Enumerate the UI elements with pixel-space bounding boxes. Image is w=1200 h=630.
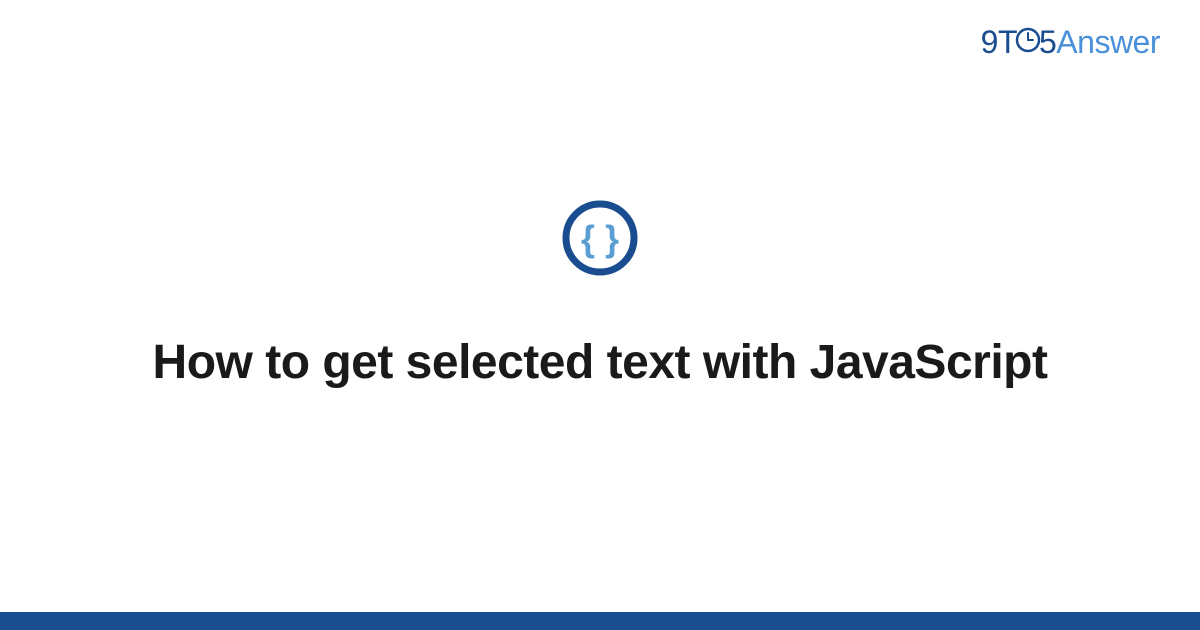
main-content: { } How to get selected text with JavaSc…	[0, 0, 1200, 630]
footer-accent-bar	[0, 612, 1200, 630]
svg-text:{ }: { }	[581, 218, 619, 259]
code-braces-icon: { }	[560, 198, 640, 283]
page-title: How to get selected text with JavaScript	[153, 333, 1048, 393]
